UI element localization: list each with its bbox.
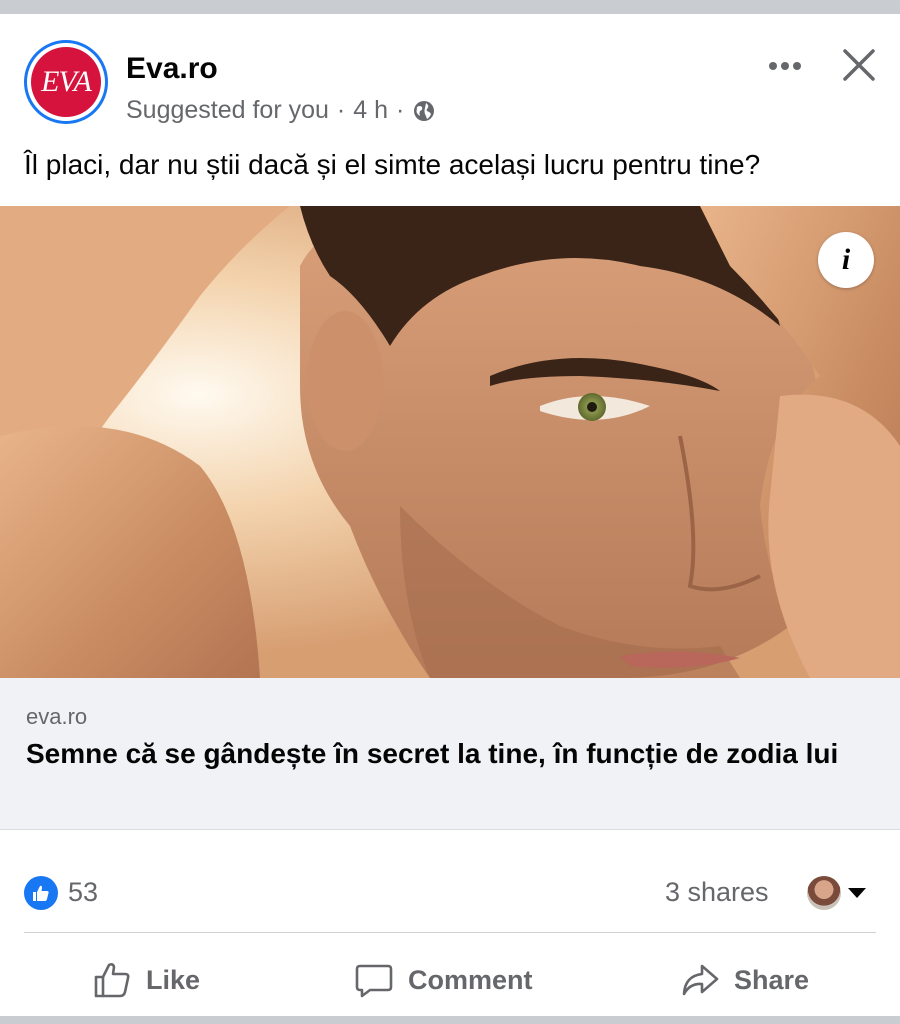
reaction-count[interactable]: 53 <box>68 877 98 908</box>
share-label: Share <box>734 964 810 995</box>
suggested-label: Suggested for you <box>126 96 329 124</box>
share-arrow-icon <box>682 964 719 996</box>
comment-button[interactable]: Comment <box>354 954 533 1006</box>
thumbs-up-outline-icon <box>94 963 130 998</box>
globe-icon[interactable] <box>412 99 436 123</box>
close-icon <box>843 49 875 81</box>
post-image[interactable] <box>0 206 900 678</box>
eva-logo: EVA <box>31 47 101 117</box>
comment-label: Comment <box>408 964 533 995</box>
comment-icon <box>355 964 393 998</box>
like-reaction-icon[interactable] <box>24 876 58 910</box>
post-time[interactable]: 4 h <box>353 96 388 125</box>
sharer-avatar[interactable] <box>807 876 841 910</box>
info-icon: i <box>841 243 851 276</box>
man-portrait-image <box>0 206 900 678</box>
meta-separator: · <box>396 96 405 124</box>
logo-text: EVA <box>41 65 92 98</box>
post-meta: Suggested for you · 4 h · <box>126 96 436 125</box>
more-icon <box>769 62 801 70</box>
like-button[interactable]: Like <box>92 954 200 1006</box>
more-options-button[interactable] <box>760 46 810 86</box>
close-button[interactable] <box>834 40 884 90</box>
link-domain: eva.ro <box>26 704 88 729</box>
link-title: Semne că se gândește în secret la tine, … <box>26 738 839 769</box>
share-button[interactable]: Share <box>680 954 809 1006</box>
page-name[interactable]: Eva.ro <box>126 52 218 86</box>
meta-separator: · <box>336 96 346 124</box>
like-label: Like <box>146 964 201 995</box>
page-avatar[interactable]: EVA <box>24 40 108 124</box>
link-preview[interactable]: eva.ro Semne că se gândește în secret la… <box>0 678 900 830</box>
divider <box>24 932 876 933</box>
shares-count[interactable]: 3 shares <box>665 877 769 908</box>
post-card: EVA Eva.ro Suggested for you · 4 h · Îl … <box>0 14 900 1016</box>
post-text: Îl placi, dar nu știi dacă și el simte a… <box>24 149 761 180</box>
chevron-down-icon[interactable] <box>848 888 866 898</box>
thumbs-up-icon <box>33 885 49 901</box>
info-button[interactable]: i <box>818 232 874 288</box>
